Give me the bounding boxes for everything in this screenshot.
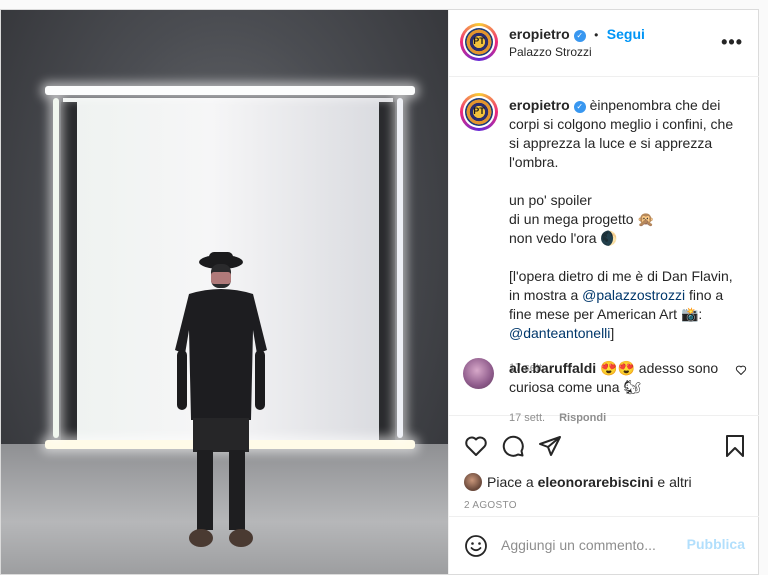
caption-avatar[interactable]: PT (460, 93, 498, 131)
neon-tube-left (53, 98, 59, 438)
caption-line-2: un po' spoiler (509, 192, 592, 208)
heart-icon[interactable] (464, 434, 488, 458)
caption-line-5: [l'opera dietro di me è di Dan Flavin, i… (509, 267, 745, 343)
neon-tube-top (45, 86, 415, 95)
caption-line-1: eropietro ✓ èinpenombra che dei corpi si … (509, 96, 745, 172)
comment-input[interactable] (501, 535, 691, 555)
verified-icon: ✓ (573, 30, 586, 42)
commenter-username[interactable]: ale.baruffaldi (509, 360, 596, 376)
share-icon[interactable] (538, 434, 562, 458)
liker-username[interactable]: eleonorarebiscini (538, 474, 654, 490)
action-bar: Piace a eleonorarebiscini e altri 2 AGOS… (449, 416, 759, 516)
caption-username[interactable]: eropietro (509, 97, 570, 113)
dot-separator: • (594, 28, 599, 42)
caption-text-6: ] (610, 325, 615, 341)
username-link[interactable]: eropietro (509, 26, 570, 42)
publish-button[interactable]: Pubblica (687, 536, 745, 552)
comments-section: PT eropietro ✓ èinpenombra che dei corpi … (449, 77, 759, 424)
bookmark-icon[interactable] (723, 434, 747, 458)
emoji-icon[interactable] (464, 534, 488, 558)
fixture-right (379, 102, 395, 446)
caption-avatar-initials: PT (473, 106, 485, 116)
comment-icon[interactable] (501, 434, 525, 458)
small-heart-icon[interactable] (735, 364, 747, 376)
mention-palazzostrozzi[interactable]: @palazzostrozzi (582, 287, 685, 303)
more-options-button[interactable]: ••• (721, 32, 743, 53)
avatar[interactable]: PT (460, 23, 498, 61)
caption-verified-icon: ✓ (573, 101, 586, 113)
post-header: PT eropietro ✓ • Segui Palazzo Strozzi ••… (449, 10, 759, 77)
likes-line: Piace a eleonorarebiscini e altri (487, 474, 692, 490)
neon-tube-right (397, 98, 403, 438)
commenter-avatar[interactable] (463, 358, 494, 389)
caption-line-3: di un mega progetto 🙊 (509, 211, 655, 227)
likes-suffix: e altri (653, 474, 692, 490)
location-link[interactable]: Palazzo Strozzi (509, 45, 592, 59)
likes-prefix: Piace a (487, 474, 538, 490)
follow-button[interactable]: Segui (607, 26, 645, 42)
post-sidebar: PT eropietro ✓ • Segui Palazzo Strozzi ••… (448, 10, 759, 574)
avatar-initials: PT (473, 36, 485, 46)
mention-danteantonelli[interactable]: @danteantonelli (509, 325, 610, 341)
comment-bar: Pubblica (449, 516, 759, 575)
caption-line-4: non vedo l'ora 🌒 (509, 230, 618, 246)
liker-avatar[interactable] (464, 473, 482, 491)
post-photo[interactable] (1, 10, 448, 574)
post-card: PT eropietro ✓ • Segui Palazzo Strozzi ••… (0, 9, 759, 575)
caption: eropietro ✓ èinpenombra che dei corpi si … (509, 96, 745, 378)
fixture-left (61, 102, 77, 446)
post-date[interactable]: 2 AGOSTO (464, 500, 517, 511)
person-silhouette (175, 252, 267, 547)
